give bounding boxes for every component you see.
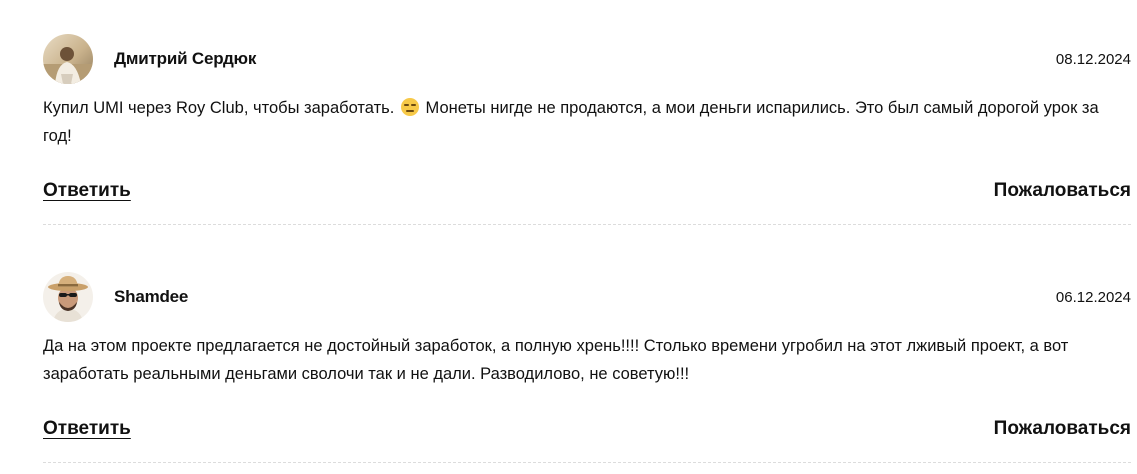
expressionless-face-icon xyxy=(400,98,419,116)
report-link[interactable]: Пожаловаться xyxy=(994,180,1131,202)
comment-text-part: Купил UMI через Roy Club, чтобы заработа… xyxy=(43,99,395,117)
comment-header: Дмитрий Сердюк 08.12.2024 xyxy=(43,34,1131,84)
comment-text: Да на этом проекте предлагается не досто… xyxy=(43,337,1069,383)
avatar[interactable] xyxy=(43,272,93,322)
avatar[interactable] xyxy=(43,34,93,84)
comments-list: Дмитрий Сердюк 08.12.2024 Купил UMI чере… xyxy=(0,0,1137,474)
reply-link[interactable]: Ответить xyxy=(43,418,131,440)
comment-actions: Ответить Пожаловаться xyxy=(43,418,1131,444)
comment-actions: Ответить Пожаловаться xyxy=(43,180,1131,206)
report-link[interactable]: Пожаловаться xyxy=(994,418,1131,440)
comment-header: Shamdee 06.12.2024 xyxy=(43,272,1131,322)
comment-date: 08.12.2024 xyxy=(1055,51,1131,68)
user-photo-icon xyxy=(43,34,93,84)
author-name: Дмитрий Сердюк xyxy=(114,49,257,68)
author-name: Shamdee xyxy=(114,287,189,306)
comment-date: 06.12.2024 xyxy=(1055,289,1131,306)
comment-divider xyxy=(43,224,1131,225)
comment-text: Купил UMI через Roy Club, чтобы заработа… xyxy=(43,94,1123,150)
user-photo-icon xyxy=(43,272,93,322)
reply-link[interactable]: Ответить xyxy=(43,180,131,202)
comment-divider xyxy=(43,462,1131,463)
